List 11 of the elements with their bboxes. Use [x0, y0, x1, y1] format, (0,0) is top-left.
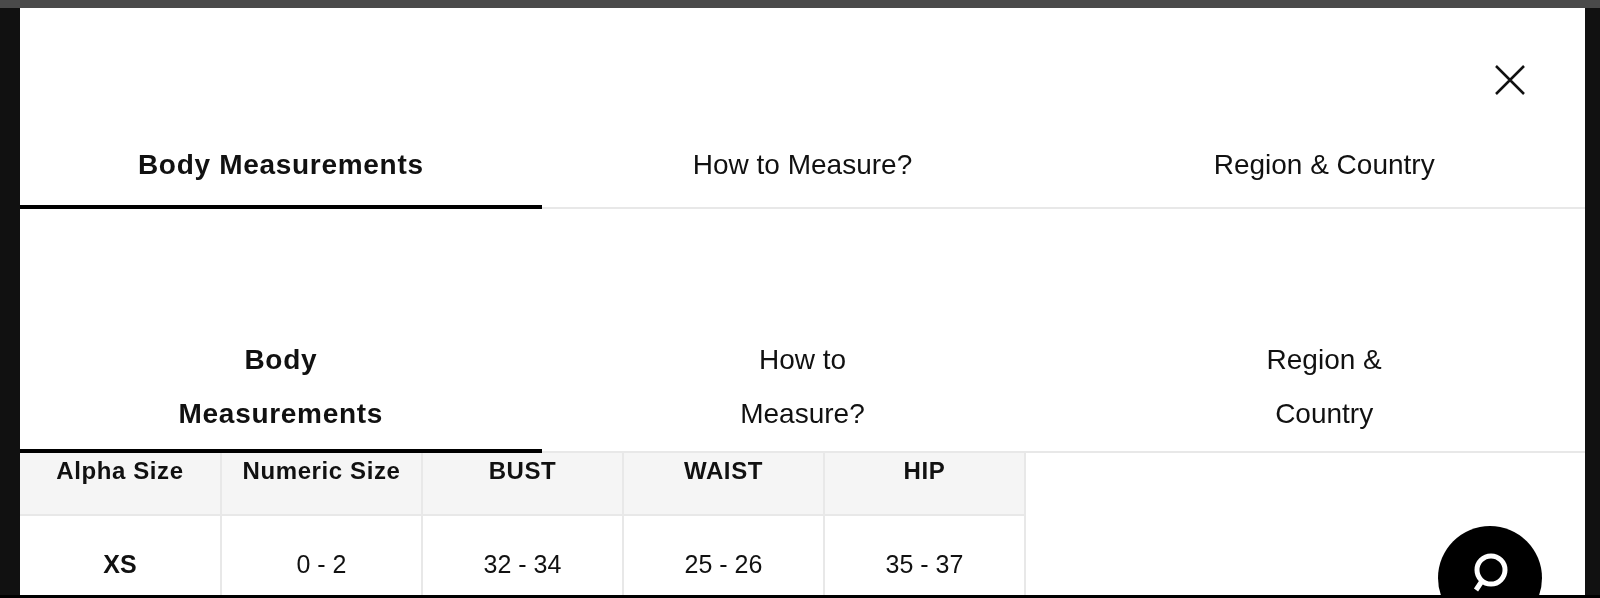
column-header: WAIST — [623, 453, 824, 515]
column-header: HIP — [824, 453, 1025, 515]
tab[interactable]: How to Measure? — [541, 125, 1064, 209]
close-icon[interactable] — [1493, 63, 1527, 97]
column-header: Alpha Size — [20, 453, 221, 515]
column-header: BUST — [422, 453, 623, 515]
column-header: Numeric Size — [221, 453, 422, 515]
tab[interactable]: Body Measurements — [20, 125, 542, 209]
tab[interactable]: How to Measure? — [541, 324, 1064, 453]
tab[interactable]: Region & Country — [1063, 125, 1585, 209]
tab[interactable]: Region & Country — [1063, 324, 1585, 453]
